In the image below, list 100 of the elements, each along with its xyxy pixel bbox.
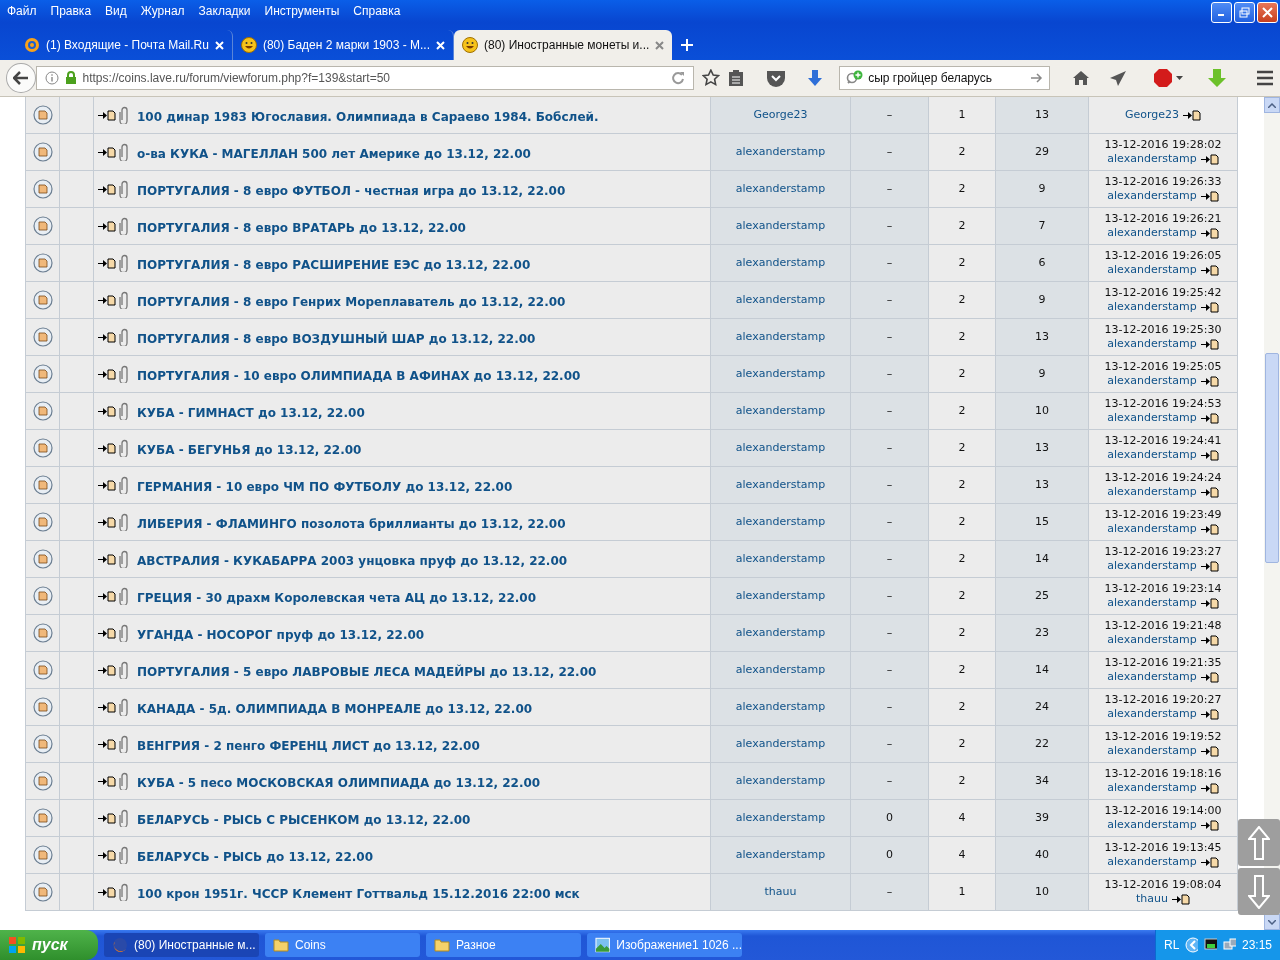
new-post-icon[interactable] (1200, 523, 1219, 535)
new-post-icon[interactable] (1200, 338, 1219, 350)
menu-item[interactable]: Журнал (140, 4, 185, 18)
scroll-up-button[interactable] (1264, 97, 1280, 113)
last-post-author-link[interactable]: thauu (1136, 892, 1168, 906)
back-button[interactable] (6, 63, 36, 93)
new-post-icon[interactable] (1200, 153, 1219, 165)
last-post-author-link[interactable]: alexanderstamp (1107, 596, 1197, 610)
reload-icon[interactable] (671, 71, 686, 85)
adblock-icon[interactable] (1153, 68, 1183, 88)
search-field[interactable]: сыр гройцер беларусь (839, 66, 1050, 90)
new-post-icon[interactable] (1200, 856, 1219, 868)
taskbar-button[interactable]: Coins (265, 933, 420, 957)
network-icon[interactable] (1223, 938, 1236, 952)
menu-item[interactable]: Справка (353, 4, 401, 18)
info-icon[interactable] (44, 71, 59, 85)
new-post-icon[interactable] (98, 442, 116, 454)
taskbar-button[interactable]: Разное (426, 933, 581, 957)
last-post-author-link[interactable]: alexanderstamp (1107, 781, 1197, 795)
new-post-icon[interactable] (98, 220, 116, 232)
new-post-icon[interactable] (1200, 227, 1219, 239)
scroll-top-button[interactable] (1238, 819, 1280, 866)
menu-item[interactable]: Правка (50, 4, 92, 18)
menu-item[interactable]: Файл (7, 4, 37, 18)
new-post-icon[interactable] (1200, 819, 1219, 831)
last-post-author-link[interactable]: alexanderstamp (1107, 744, 1197, 758)
menu-item[interactable]: Вид (105, 4, 127, 18)
new-post-icon[interactable] (98, 590, 116, 602)
new-post-icon[interactable] (1200, 634, 1219, 646)
new-post-icon[interactable] (98, 368, 116, 380)
new-post-icon[interactable] (1200, 264, 1219, 276)
topic-title-link[interactable]: КУБА - БЕГУНЬЯ до 13.12, 22.00 (137, 439, 362, 457)
close-button[interactable] (1257, 2, 1278, 23)
new-post-icon[interactable] (98, 627, 116, 639)
topic-title-link[interactable]: БЕЛАРУСЬ - РЫСЬ до 13.12, 22.00 (137, 846, 374, 864)
new-post-icon[interactable] (98, 701, 116, 713)
new-post-icon[interactable] (1200, 375, 1219, 387)
new-post-icon[interactable] (1172, 893, 1190, 905)
new-post-icon[interactable] (1200, 708, 1219, 720)
last-post-author-link[interactable]: alexanderstamp (1107, 485, 1197, 499)
new-post-icon[interactable] (98, 257, 116, 269)
new-post-icon[interactable] (98, 738, 116, 750)
last-post-author-link[interactable]: alexanderstamp (1107, 263, 1197, 277)
last-post-author-link[interactable]: alexanderstamp (1107, 448, 1197, 462)
new-post-icon[interactable] (98, 405, 116, 417)
new-post-icon[interactable] (98, 183, 116, 195)
browser-tab[interactable]: (80) Иностранные монеты и... (454, 30, 673, 60)
new-post-icon[interactable] (1200, 486, 1219, 498)
last-post-author-link[interactable]: alexanderstamp (1107, 559, 1197, 573)
new-post-icon[interactable] (1183, 109, 1202, 121)
last-post-author-link[interactable]: George23 (1124, 108, 1180, 122)
new-post-icon[interactable] (1200, 301, 1219, 313)
new-post-icon[interactable] (98, 775, 116, 787)
last-post-author-link[interactable]: alexanderstamp (1107, 300, 1197, 314)
new-post-icon[interactable] (98, 812, 116, 824)
home-icon[interactable] (1071, 70, 1090, 86)
new-post-icon[interactable] (1200, 560, 1219, 572)
new-post-icon[interactable] (98, 516, 116, 528)
new-post-icon[interactable] (1200, 597, 1219, 609)
last-post-author-link[interactable]: alexanderstamp (1107, 633, 1197, 647)
new-post-icon[interactable] (98, 331, 116, 343)
last-post-author-link[interactable]: alexanderstamp (1107, 189, 1197, 203)
monitor-icon[interactable] (1204, 938, 1218, 952)
taskbar-button[interactable]: (80) Иностранные м... (104, 933, 259, 957)
new-post-icon[interactable] (1200, 190, 1219, 202)
last-post-author-link[interactable]: alexanderstamp (1107, 374, 1197, 388)
new-post-icon[interactable] (98, 479, 116, 491)
menu-item[interactable]: Инструменты (264, 4, 340, 18)
new-post-icon[interactable] (1200, 671, 1219, 683)
menu-icon[interactable] (1256, 70, 1274, 86)
new-post-icon[interactable] (1200, 449, 1219, 461)
menu-item[interactable]: Закладки (198, 4, 251, 18)
last-post-author-link[interactable]: alexanderstamp (1107, 226, 1197, 240)
star-icon[interactable] (702, 69, 721, 87)
author-link[interactable]: George23 (753, 107, 808, 121)
close-icon[interactable] (655, 40, 665, 50)
last-post-author-link[interactable]: alexanderstamp (1107, 818, 1197, 832)
last-post-author-link[interactable]: alexanderstamp (1107, 337, 1197, 351)
scroll-thumb[interactable] (1265, 353, 1279, 563)
new-post-icon[interactable] (98, 294, 116, 306)
new-post-icon[interactable] (98, 849, 116, 861)
author-link[interactable]: thauu (764, 884, 797, 898)
new-post-icon[interactable] (1200, 782, 1219, 794)
last-post-author-link[interactable]: alexanderstamp (1107, 152, 1197, 166)
new-post-icon[interactable] (98, 553, 116, 565)
last-post-author-link[interactable]: alexanderstamp (1107, 522, 1197, 536)
new-post-icon[interactable] (98, 146, 116, 158)
chevron-icon[interactable] (1185, 937, 1199, 953)
last-post-author-link[interactable]: alexanderstamp (1107, 707, 1197, 721)
taskbar-button[interactable]: Изображение1 1026 ... (587, 933, 742, 957)
download-icon[interactable] (807, 69, 824, 87)
new-post-icon[interactable] (98, 109, 116, 121)
new-post-icon[interactable] (1200, 412, 1219, 424)
topic-title-link[interactable]: КУБА - ГИМНАСТ до 13.12, 22.00 (137, 402, 365, 420)
clipboard-icon[interactable] (728, 69, 744, 87)
address-field[interactable]: https://coins.lave.ru/forum/viewforum.php?f=139&start=50 (35, 66, 695, 90)
new-post-icon[interactable] (98, 886, 116, 898)
restore-button[interactable] (1234, 2, 1255, 23)
scroll-bottom-button[interactable] (1238, 868, 1280, 915)
minimize-button[interactable] (1211, 2, 1232, 23)
